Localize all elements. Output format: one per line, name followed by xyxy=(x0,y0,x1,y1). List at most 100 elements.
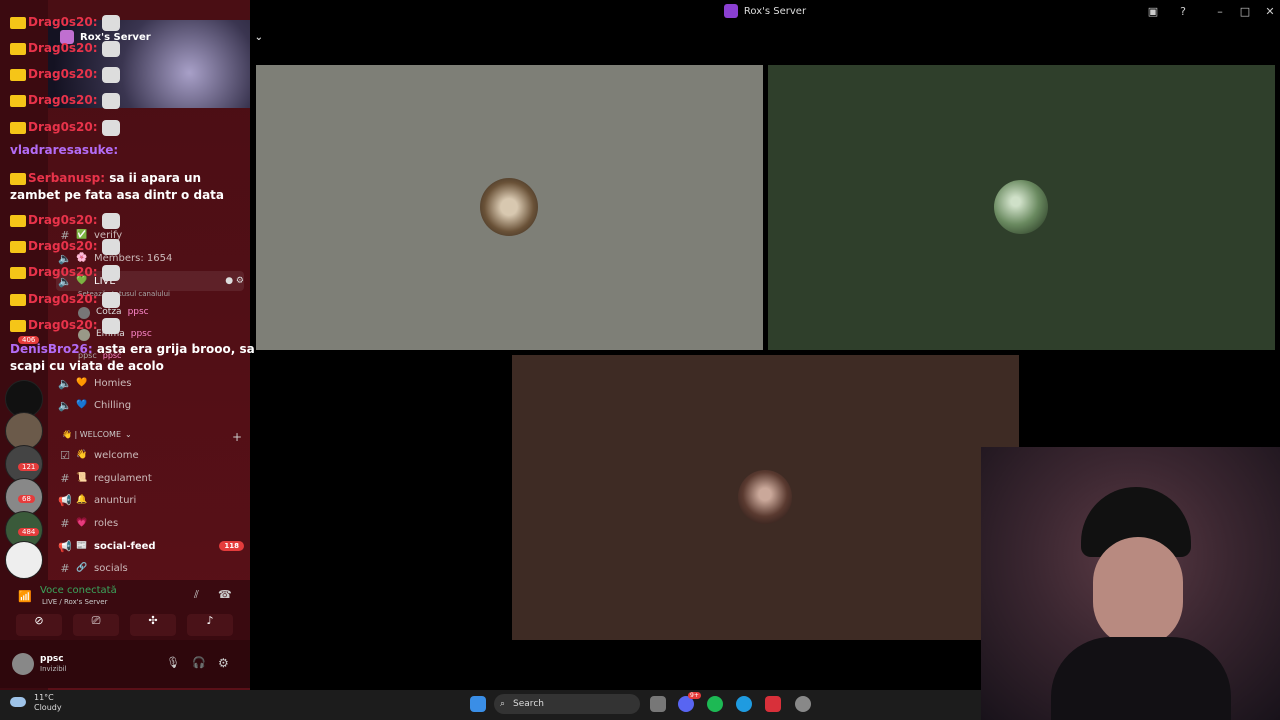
hash-icon: # xyxy=(60,561,70,575)
obs-icon[interactable] xyxy=(795,696,811,712)
username[interactable]: ppsc xyxy=(40,654,64,664)
chat-user: Drag0s20: xyxy=(28,265,98,279)
crown-icon xyxy=(10,16,26,29)
maximize-button[interactable]: □ xyxy=(1237,3,1253,19)
channel-emoji: 👋 xyxy=(76,450,88,460)
noise-suppression-icon[interactable]: ⫽ xyxy=(194,588,199,602)
speaker-icon: 🔈 xyxy=(58,398,72,412)
soundboard-icon[interactable]: ♪ xyxy=(187,614,233,636)
crown-icon xyxy=(10,42,26,55)
chat-user: vladraresasuke: xyxy=(10,143,119,157)
edge-icon[interactable] xyxy=(736,696,752,712)
microphone-icon[interactable]: 🎙 xyxy=(166,656,180,669)
inbox-icon[interactable]: ▣ xyxy=(1145,3,1161,19)
channel-emoji: 💗 xyxy=(76,518,88,528)
participant-tile[interactable] xyxy=(512,355,1019,640)
channel-regulament[interactable]: # 📜 regulament xyxy=(56,468,244,488)
avatar xyxy=(480,178,538,236)
chevron-down-icon: ⌄ xyxy=(125,430,132,439)
cat-emote-icon xyxy=(101,238,120,255)
server-logo-icon xyxy=(723,4,738,18)
avatar[interactable] xyxy=(12,653,34,675)
taskbar-search[interactable]: ⌕ Search xyxy=(494,694,640,714)
unread-count-badge: 118 xyxy=(219,541,244,551)
channel-social-feed[interactable]: 📢 📰 social-feed 118 xyxy=(56,536,244,556)
screen-share-icon[interactable]: ⎚ xyxy=(73,614,119,636)
chat-user: DenisBro26: xyxy=(10,342,93,356)
channel-label: anunturi xyxy=(94,494,137,506)
weather-widget[interactable]: 11°C Cloudy xyxy=(10,693,62,713)
spotify-icon[interactable] xyxy=(707,696,723,712)
category-label: 👋 | WELCOME xyxy=(62,430,122,439)
channel-welcome[interactable]: ☑ 👋 welcome xyxy=(56,445,244,465)
cat-emote-icon xyxy=(101,119,120,136)
server-icon[interactable] xyxy=(5,541,43,579)
crown-icon xyxy=(10,214,26,227)
camera-off-icon[interactable]: ⊘ xyxy=(16,614,62,636)
chat-user: Drag0s20: xyxy=(28,318,98,332)
disconnect-icon[interactable]: ☎ xyxy=(218,588,232,601)
window-title: Rox's Server xyxy=(250,0,1280,22)
channel-label: social-feed xyxy=(94,540,156,552)
activities-icon[interactable]: ✣ xyxy=(130,614,176,636)
user-panel: ppsc Invizibil 🎙 🎧 ⚙ xyxy=(0,640,250,688)
chat-line: Drag0s20: xyxy=(10,14,120,31)
voice-location[interactable]: LIVE / Rox's Server xyxy=(42,598,108,606)
channel-label: roles xyxy=(94,517,119,529)
mention-badge: 68 xyxy=(18,495,35,503)
chat-user: Drag0s20: xyxy=(28,93,98,107)
signal-icon[interactable]: 📶 xyxy=(18,590,32,603)
cat-emote-icon xyxy=(101,264,120,281)
chat-line: Drag0s20: xyxy=(10,291,120,308)
chat-user: Drag0s20: xyxy=(28,67,98,81)
chat-line: Drag0s20: xyxy=(10,317,120,334)
cloud-icon xyxy=(10,697,26,707)
cat-emote-icon xyxy=(101,14,120,31)
webcam-feed xyxy=(981,447,1280,720)
chat-user: Drag0s20: xyxy=(28,41,98,55)
chat-line: Drag0s20: xyxy=(10,264,120,281)
channel-socials[interactable]: # 🔗 socials xyxy=(56,558,244,578)
help-icon[interactable]: ? xyxy=(1175,3,1191,19)
chat-line: vladraresasuke: xyxy=(10,142,118,159)
participant-tile[interactable] xyxy=(256,65,763,350)
megaphone-icon: 📢 xyxy=(58,539,72,553)
headphones-icon[interactable]: 🎧 xyxy=(192,656,206,669)
discord-badge: 9+ xyxy=(688,692,701,699)
avatar xyxy=(994,180,1048,234)
chat-user: Drag0s20: xyxy=(28,120,98,134)
app-icon[interactable] xyxy=(765,696,781,712)
close-button[interactable]: ✕ xyxy=(1262,3,1278,19)
avatar xyxy=(738,470,792,524)
gear-icon[interactable]: ⚙ xyxy=(218,656,229,670)
streamer-face xyxy=(1093,537,1183,647)
chat-user: Drag0s20: xyxy=(28,239,98,253)
channel-chilling[interactable]: 🔈 💙 Chilling xyxy=(56,395,244,415)
chat-line: Drag0s20: xyxy=(10,40,120,57)
stream-chat-overlay: Drag0s20: Drag0s20: Drag0s20: Drag0s20: … xyxy=(0,12,256,382)
crown-icon xyxy=(10,172,26,185)
chat-message: sa ii apara un xyxy=(109,171,202,185)
rules-icon: ☑ xyxy=(60,448,70,462)
voice-status: Voce conectată xyxy=(40,585,117,596)
mention-badge: 121 xyxy=(18,463,40,471)
chat-line: scapi cu viata de acolo xyxy=(10,358,164,375)
participant-tile[interactable] xyxy=(768,65,1275,350)
chat-message: scapi cu viata de acolo xyxy=(10,359,164,373)
cat-emote-icon xyxy=(101,66,120,83)
windows-start-icon[interactable] xyxy=(470,696,486,712)
weather-temp: 11°C xyxy=(34,693,54,702)
category-welcome[interactable]: 👋 | WELCOME ⌄ + xyxy=(62,430,242,444)
minimize-button[interactable]: – xyxy=(1212,3,1228,19)
chat-message: asta era grija brooo, sa xyxy=(96,342,255,356)
channel-anunturi[interactable]: 📢 🔔 anunturi xyxy=(56,490,244,510)
search-label: Search xyxy=(513,699,544,709)
task-view-icon[interactable] xyxy=(650,696,666,712)
add-channel-icon[interactable]: + xyxy=(232,430,242,444)
channel-emoji: 🔔 xyxy=(76,495,88,505)
channel-emoji: 🔗 xyxy=(76,563,88,573)
channel-label: welcome xyxy=(94,449,139,461)
chat-line: zambet pe fata asa dintr o data xyxy=(10,187,224,204)
chat-message: zambet pe fata asa dintr o data xyxy=(10,188,225,202)
channel-roles[interactable]: # 💗 roles xyxy=(56,513,244,533)
